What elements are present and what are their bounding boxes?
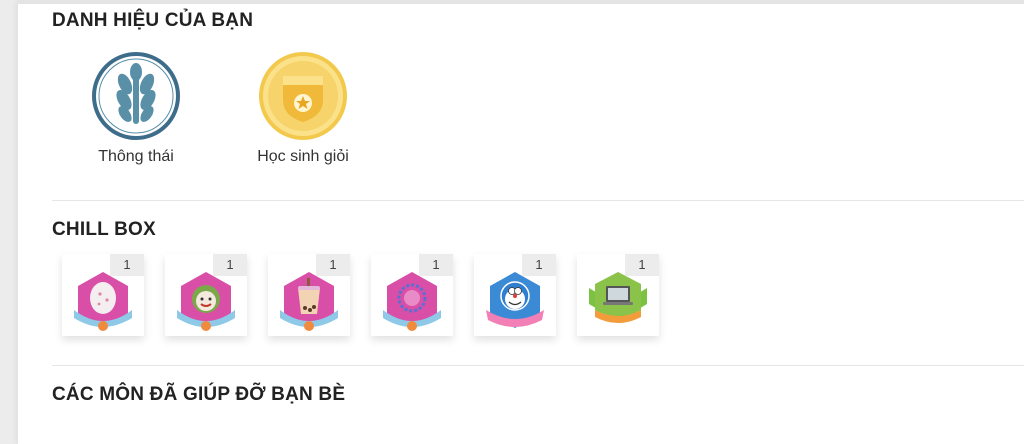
title-item-hoc-sinh-gioi[interactable]: Học sinh giỏi bbox=[243, 50, 363, 166]
helped-subjects-heading: CÁC MÔN ĐÃ GIÚP ĐỠ BẠN BÈ bbox=[52, 384, 346, 405]
chill-item-laptop[interactable]: 1 bbox=[577, 254, 659, 336]
bead-ring-badge-icon bbox=[383, 272, 441, 331]
section-divider bbox=[52, 200, 1024, 201]
doraemon-badge-icon bbox=[486, 272, 544, 328]
chill-item-bead-ring[interactable]: 1 bbox=[371, 254, 453, 336]
clown-badge-icon bbox=[177, 272, 235, 331]
chill-item-clown[interactable]: 1 bbox=[165, 254, 247, 336]
wheat-icon bbox=[92, 52, 180, 140]
title-item-thong-thai[interactable]: Thông thái bbox=[76, 50, 196, 166]
chill-item-egg[interactable]: 1 bbox=[62, 254, 144, 336]
gold-shield-icon bbox=[259, 52, 347, 140]
chill-box-heading: CHILL BOX bbox=[52, 219, 156, 240]
titles-heading: DANH HIỆU CỦA BẠN bbox=[52, 10, 254, 31]
section-divider bbox=[52, 365, 1024, 366]
egg-badge-icon bbox=[74, 272, 132, 331]
laptop-badge-icon bbox=[589, 272, 647, 323]
title-label: Thông thái bbox=[98, 148, 174, 165]
chill-item-bubble-tea[interactable]: 1 bbox=[268, 254, 350, 336]
bubble-tea-badge-icon bbox=[280, 272, 338, 331]
chill-item-doraemon[interactable]: 1 bbox=[474, 254, 556, 336]
profile-panel: DANH HIỆU CỦA BẠN Thông thái Học sinh gi… bbox=[18, 0, 1024, 444]
top-border bbox=[18, 0, 1024, 4]
title-label: Học sinh giỏi bbox=[257, 148, 349, 165]
